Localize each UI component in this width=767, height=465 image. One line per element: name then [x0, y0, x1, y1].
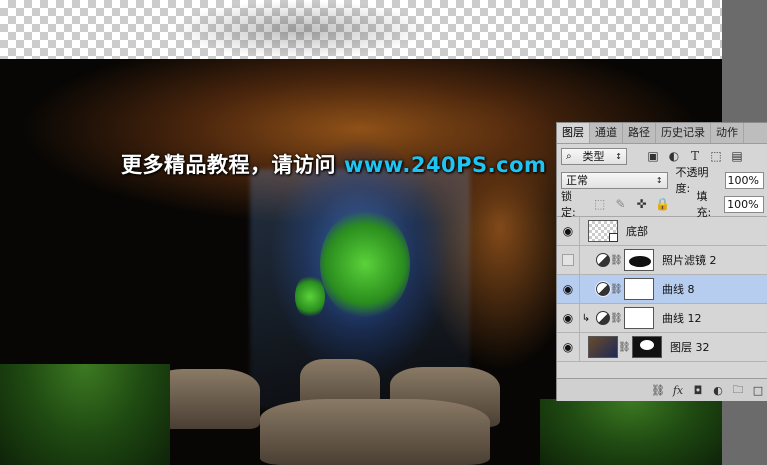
smart-object-badge [609, 233, 618, 242]
layer-row[interactable]: ◉ ↳ ⛓ 曲线 12 [557, 304, 767, 333]
tab-layers[interactable]: 图层 [557, 123, 590, 143]
blend-row: 正常 ↕ 不透明度: 100% [557, 166, 767, 195]
layer-name[interactable]: 曲线 8 [662, 281, 695, 297]
eye-icon[interactable]: ◉ [557, 333, 580, 361]
adjustment-filter-icon[interactable]: ◐ [666, 148, 682, 164]
tree-canopy [320, 209, 410, 319]
layers-list: ◉ 底部 ⛓ 照片滤镜 2 ◉ ⛓ 曲线 8 ◉ ↳ ⛓ 曲线 12 ◉ ⛓ 图… [557, 217, 767, 362]
tab-channels[interactable]: 通道 [590, 123, 623, 143]
link-icon[interactable]: ⛓ [618, 342, 631, 353]
add-mask-icon[interactable]: ◘ [688, 384, 708, 397]
tab-paths[interactable]: 路径 [623, 123, 656, 143]
link-layers-icon[interactable]: ⛓ [648, 384, 668, 397]
watermark-text: 更多精品教程，请访问 www.240PS.com [121, 149, 546, 179]
lock-position-icon[interactable]: ✜ [634, 196, 650, 212]
layer-mask-thumbnail[interactable] [632, 336, 662, 358]
tab-history[interactable]: 历史记录 [656, 123, 711, 143]
watermark-cn: 更多精品教程，请访问 [121, 153, 336, 177]
panel-bottom-bar: ⛓ fx ◘ ◐ 🗀 □ [557, 378, 767, 401]
tab-actions[interactable]: 动作 [711, 123, 744, 143]
folder-icon[interactable]: 🗀 [728, 381, 748, 400]
lock-all-icon[interactable]: 🔒 [655, 196, 671, 212]
adjustment-icon [595, 281, 611, 297]
layer-name[interactable]: 图层 32 [670, 339, 710, 355]
new-layer-icon[interactable]: □ [748, 384, 767, 397]
fill-label: 填充: [696, 190, 712, 219]
layers-panel: 图层 通道 路径 历史记录 动作 ⌕ 类型 ↕ ▣ ◐ T ⬚ ▤ 正常 ↕ 不… [556, 122, 767, 401]
link-icon[interactable]: ⛓ [610, 313, 623, 324]
filter-type-select[interactable]: ⌕ 类型 ↕ [561, 147, 627, 165]
lock-row: 锁定: ⬚ ✎ ✜ 🔒 填充: 100% [557, 190, 767, 219]
chevron-updown-icon: ↕ [655, 175, 663, 185]
chevron-updown-icon: ↕ [615, 151, 622, 161]
fx-icon[interactable]: fx [668, 384, 688, 397]
layer-name[interactable]: 照片滤镜 2 [662, 252, 717, 268]
grass-right [540, 399, 722, 465]
grass-left [0, 364, 170, 465]
watermark-url: www.240PS.com [344, 153, 547, 177]
eye-icon[interactable]: ◉ [557, 304, 580, 332]
tree-small [295, 274, 325, 319]
checkerboard-shadow [170, 0, 430, 59]
eye-icon[interactable]: ◉ [557, 217, 580, 245]
link-icon[interactable]: ⛓ [610, 284, 623, 295]
new-adjustment-icon[interactable]: ◐ [708, 384, 728, 397]
search-icon: ⌕ [566, 150, 572, 162]
link-icon[interactable]: ⛓ [610, 255, 623, 266]
eye-icon[interactable]: ◉ [557, 275, 580, 303]
adjustment-icon [596, 253, 610, 267]
layer-row-selected[interactable]: ◉ ⛓ 曲线 8 [557, 275, 767, 304]
filter-type-label: 类型 [582, 149, 605, 163]
panel-tabs: 图层 通道 路径 历史记录 动作 [557, 123, 767, 144]
layer-row[interactable]: ◉ 底部 [557, 217, 767, 246]
lock-transparent-icon[interactable]: ⬚ [592, 196, 608, 212]
adjustment-icon [596, 311, 610, 325]
clipping-arrow-icon: ↳ [581, 312, 591, 324]
blend-mode-value: 正常 [566, 173, 588, 187]
opacity-field[interactable]: 100% [724, 171, 764, 189]
layer-name[interactable]: 底部 [626, 223, 648, 239]
lock-label: 锁定: [561, 190, 576, 219]
eye-toggle-off[interactable] [557, 246, 580, 274]
layer-thumbnail [588, 336, 618, 358]
layer-row[interactable]: ◉ ⛓ 图层 32 [557, 333, 767, 362]
smart-object-filter-icon[interactable]: ▤ [729, 148, 745, 164]
layer-mask-thumbnail[interactable] [624, 249, 654, 271]
layer-mask-thumbnail[interactable] [624, 307, 654, 329]
blend-mode-select[interactable]: 正常 ↕ [561, 171, 668, 189]
layer-thumbnail [588, 220, 618, 242]
pixel-filter-icon[interactable]: ▣ [645, 148, 661, 164]
eye-empty-box [562, 254, 574, 266]
filter-row: ⌕ 类型 ↕ ▣ ◐ T ⬚ ▤ [557, 144, 767, 168]
shape-filter-icon[interactable]: ⬚ [708, 148, 724, 164]
rock-front [260, 399, 490, 465]
lock-brush-icon[interactable]: ✎ [613, 196, 629, 212]
layer-row[interactable]: ⛓ 照片滤镜 2 [557, 246, 767, 275]
fill-field[interactable]: 100% [724, 195, 764, 213]
layer-name[interactable]: 曲线 12 [662, 310, 702, 326]
layer-mask-thumbnail[interactable] [624, 278, 654, 300]
type-filter-icon[interactable]: T [687, 148, 703, 164]
